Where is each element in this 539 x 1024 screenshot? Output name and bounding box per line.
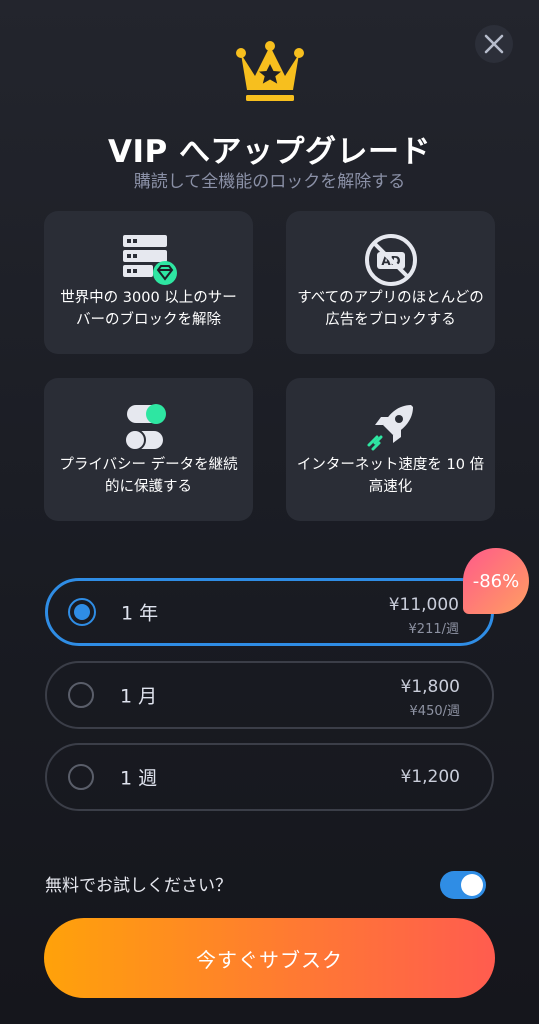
plan-name: 1 週	[120, 767, 158, 790]
plan-name: 1 年	[121, 602, 159, 625]
plan-price-per-week: ¥211/週	[408, 622, 459, 637]
privacy-toggle-icon	[123, 404, 166, 451]
plan-name: 1 月	[120, 685, 158, 708]
feature-card-servers: 世界中の 3000 以上のサーバーのブロックを解除	[44, 211, 253, 354]
crown-icon	[235, 40, 305, 106]
plan-price: ¥1,200	[400, 767, 460, 787]
close-icon	[484, 34, 504, 54]
feature-text-ads: すべてのアプリのほとんどの広告をブロックする	[297, 290, 484, 328]
plan-price: ¥11,000	[388, 595, 459, 615]
free-trial-label: 無料でお試しください？	[45, 876, 232, 896]
feature-text-speed: インターネット速度を 10 倍高速化	[296, 457, 485, 495]
plan-price-per-week: ¥450/週	[409, 704, 460, 719]
radio-selected-icon[interactable]	[68, 598, 96, 626]
page-title: VIP へアップグレード	[107, 134, 432, 170]
page-subtitle: 購読して全機能のロックを解除する	[133, 172, 406, 192]
free-trial-toggle[interactable]	[440, 871, 486, 899]
subscribe-button[interactable]: 今すぐサブスク	[44, 918, 495, 998]
plan-option-monthly[interactable]: 1 月 ¥1,800 ¥450/週	[45, 661, 494, 729]
server-gem-icon	[122, 235, 177, 285]
feature-text-privacy: プライバシー データを継続的に保護する	[59, 457, 238, 495]
plan-option-weekly[interactable]: 1 週 ¥1,200	[45, 743, 494, 811]
plan-price: ¥1,800	[400, 677, 460, 697]
feature-card-privacy: プライバシー データを継続的に保護する	[44, 378, 253, 521]
feature-text-servers: 世界中の 3000 以上のサーバーのブロックを解除	[60, 290, 237, 328]
close-button[interactable]	[475, 25, 513, 63]
radio-unselected-icon[interactable]	[68, 764, 94, 790]
discount-badge: -86%	[463, 548, 529, 614]
radio-unselected-icon[interactable]	[68, 682, 94, 708]
plan-option-yearly[interactable]: 1 年 ¥11,000 ¥211/週	[45, 578, 494, 646]
rocket-icon	[367, 405, 413, 451]
feature-card-ads: AD すべてのアプリのほとんどの広告をブロックする	[286, 211, 495, 354]
toggle-knob	[461, 874, 483, 896]
feature-card-speed: インターネット速度を 10 倍高速化	[286, 378, 495, 521]
no-ads-icon: AD	[364, 234, 417, 286]
